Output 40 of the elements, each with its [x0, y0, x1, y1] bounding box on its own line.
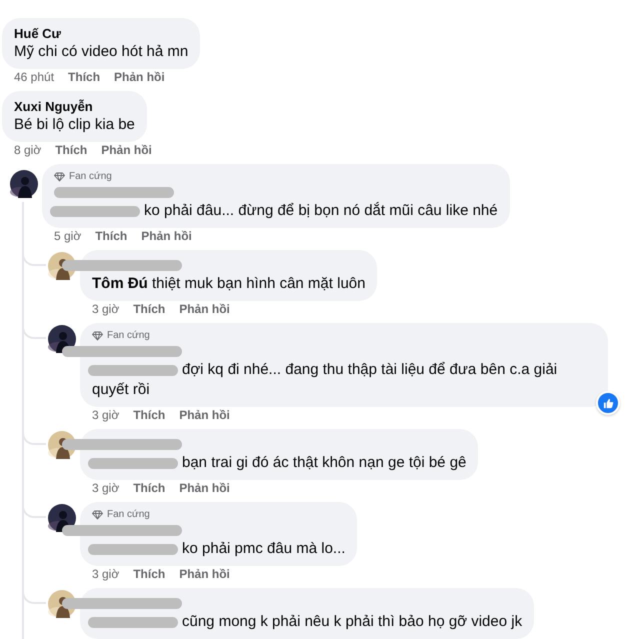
like-button[interactable]: Thích: [133, 409, 166, 421]
comment-time: 46 phút: [14, 71, 54, 83]
comment-text: ko phải đâu... đừng để bị bọn nó dắt mũi câu like nhé: [144, 202, 498, 219]
diamond-icon: [54, 172, 65, 182]
like-button[interactable]: Thích: [133, 568, 166, 580]
reply-button[interactable]: Phản hồi: [114, 71, 165, 83]
diamond-icon: [92, 331, 103, 341]
like-reaction-icon[interactable]: [596, 391, 620, 415]
comment-text: đợi kq đi nhé... đang thu thập tài liệu để đưa bên c.a giải quyết rồi: [92, 361, 558, 398]
author-name[interactable]: Huế Cư: [14, 25, 188, 42]
comment-time: 3 giờ: [92, 482, 120, 494]
like-button[interactable]: Thích: [133, 482, 166, 494]
comment-time: 3 giờ: [92, 568, 120, 580]
like-button[interactable]: Thích: [95, 230, 128, 242]
reply-button[interactable]: Phản hồi: [101, 144, 152, 156]
avatar-icon[interactable]: [10, 170, 38, 198]
comment-text: thiệt muk bạn hình cân mặt luôn: [152, 275, 366, 292]
comment-time: 3 giờ: [92, 303, 120, 315]
badge-label: Fan cứng: [107, 509, 150, 521]
badge-label: Fan cứng: [69, 171, 112, 183]
comment-text: Bé bi lộ clip kia be: [14, 116, 135, 133]
reply-button[interactable]: Phản hồi: [179, 568, 230, 580]
comment-text: ko phải pmc đâu mà lo...: [182, 540, 346, 557]
mention-link[interactable]: Tôm Đú: [92, 275, 148, 292]
reply-button[interactable]: Phản hồi: [179, 482, 230, 494]
author-name[interactable]: Xuxi Nguyễn: [14, 98, 135, 115]
comment-text: cũng mong k phải nêu k phải thì bảo họ gỡ video jk: [182, 613, 522, 630]
reply-button[interactable]: Phản hồi: [179, 303, 230, 315]
reply-button[interactable]: Phản hồi: [141, 230, 192, 242]
like-button[interactable]: Thích: [133, 303, 166, 315]
like-button[interactable]: Thích: [55, 144, 88, 156]
diamond-icon: [92, 510, 103, 520]
like-button[interactable]: Thích: [68, 71, 100, 83]
comment-text: bạn trai gi đó ác thật khôn nạn ge tội bé gê: [182, 454, 466, 471]
reply-button[interactable]: Phản hồi: [179, 409, 230, 421]
comment-text: Mỹ chi có video hót hả mn: [14, 43, 188, 60]
comment-time: 8 giờ: [14, 144, 42, 156]
comment-time: 3 giờ: [92, 409, 120, 421]
badge-label: Fan cứng: [107, 330, 150, 342]
comment-time: 5 giờ: [54, 230, 82, 242]
